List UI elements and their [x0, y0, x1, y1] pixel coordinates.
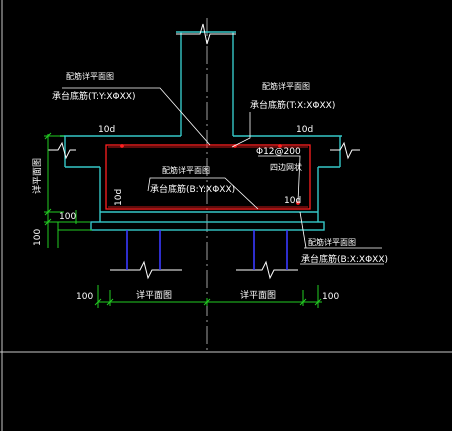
bottom-right-title: 配筋详平面图 [308, 237, 356, 247]
foundation-detail-drawing: 配筋详平面图 承台底筋(T:Y:XΦXX) 配筋详平面图 承台底筋(T:X:XΦ… [0, 0, 452, 431]
top-right-sub: 承台底筋(T:X:XΦXX) [250, 99, 335, 111]
left-10d-label: 10d [98, 125, 115, 135]
vertical-10d-label: 10d [114, 189, 124, 206]
bottom-left-label: 详平面图 [136, 289, 172, 301]
dimension-100-b: 100 [33, 229, 43, 246]
top-left-title: 配筋详平面图 [66, 71, 114, 81]
bottom-right-label: 详平面图 [240, 289, 276, 301]
center-sub: 承台底筋(B:Y:XΦXX) [150, 183, 235, 195]
center-title: 配筋详平面图 [162, 165, 210, 175]
top-right-title: 配筋详平面图 [262, 81, 310, 91]
corner-10d-label: 10d [284, 196, 301, 206]
dimension-100-a: 100 [59, 212, 76, 222]
left-vertical-label: 详平面图 [31, 158, 43, 194]
bottom-left-100: 100 [76, 292, 93, 302]
annotations: 配筋详平面图 承台底筋(T:Y:XΦXX) 配筋详平面图 承台底筋(T:X:XΦ… [31, 71, 388, 302]
stirrup-label: Φ12@200 [256, 147, 301, 157]
stirrup-sub-label: 四边网状 [270, 162, 302, 172]
right-10d-label: 10d [296, 125, 313, 135]
top-left-sub: 承台底筋(T:Y:XΦXX) [52, 90, 135, 102]
bottom-right-100: 100 [322, 292, 339, 302]
bottom-right-sub: 承台底筋(B:X:XΦXX) [301, 253, 388, 265]
dimension-lines [44, 132, 322, 308]
